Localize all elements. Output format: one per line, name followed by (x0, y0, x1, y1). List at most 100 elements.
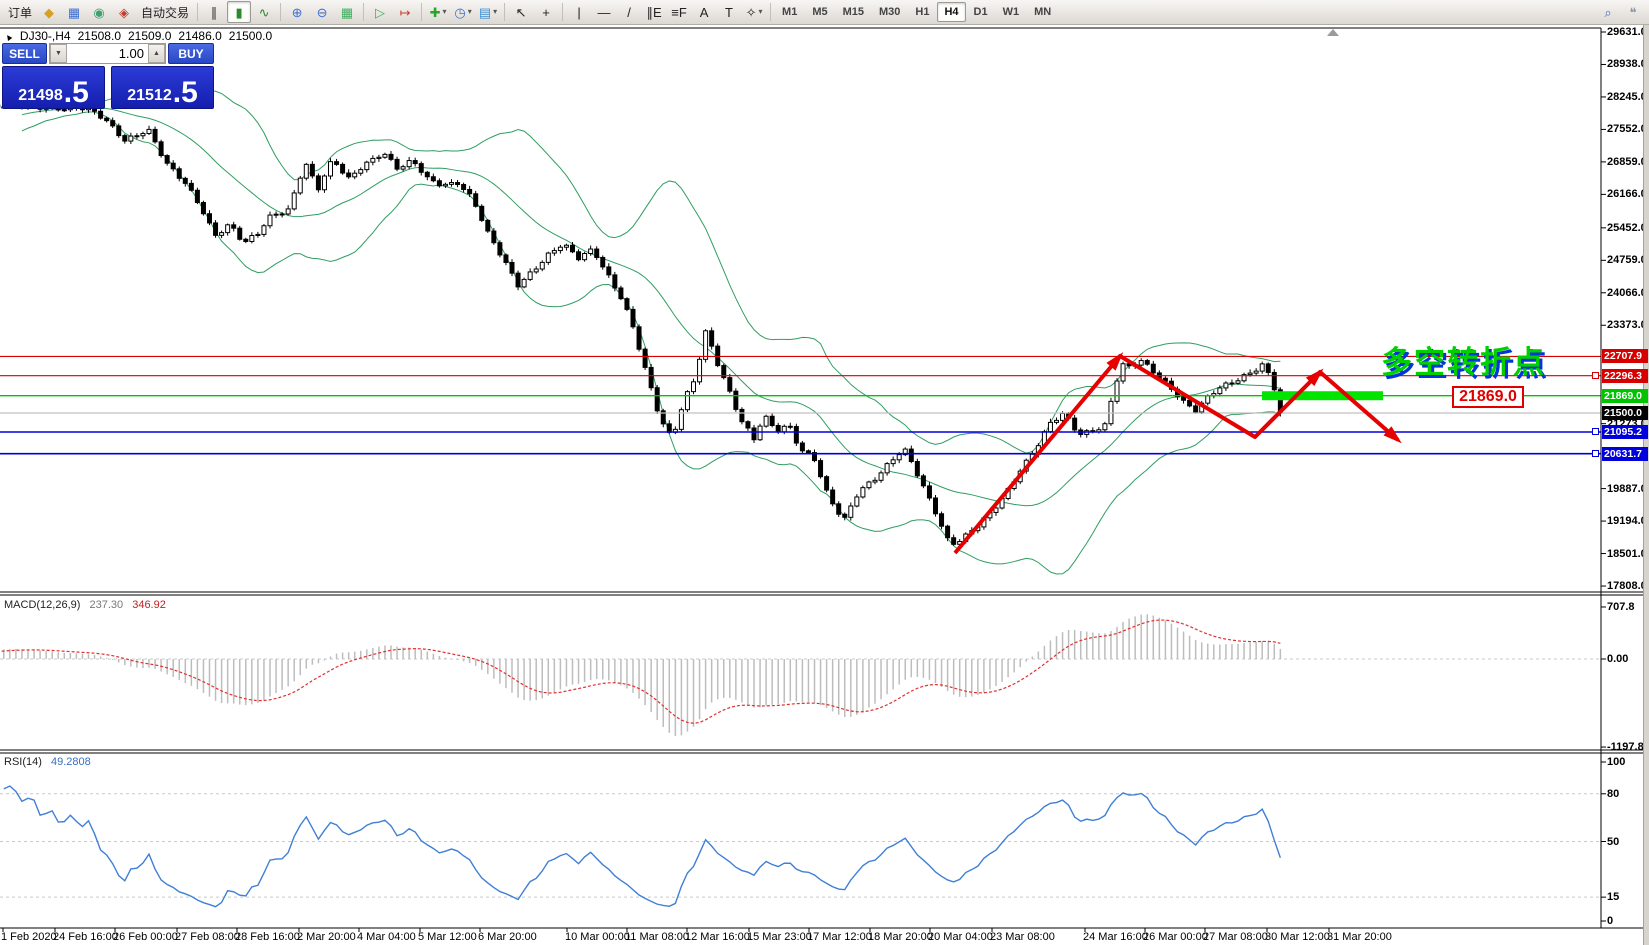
candlestick-chart-icon[interactable]: ▮ (227, 1, 251, 23)
price-badge: 21869.0 (1602, 389, 1648, 403)
toolbar: 订单◆▦◉◈自动交易∥▮∿⊕⊖▦▷↦✚▾◷▾▤▾↖+|—/∥E≡FAT✧▾M1M… (0, 0, 1649, 25)
line-anchor-square[interactable] (1592, 372, 1599, 379)
price-badge: 20631.7 (1602, 447, 1648, 461)
market-watch-icon[interactable]: ▦ (62, 1, 86, 23)
timeframe-h4-button[interactable]: H4 (937, 2, 965, 22)
time-tick-label: 27 Feb 08:00 (175, 931, 240, 943)
buy-button[interactable]: BUY (168, 43, 214, 64)
macd-signal-value: 346.92 (132, 599, 166, 611)
toolbar-separator (363, 3, 364, 21)
time-tick-label: 28 Feb 16:00 (235, 931, 300, 943)
price-tick-label: 19887.0 (1607, 483, 1647, 495)
time-tick-label: 18 Mar 20:00 (868, 931, 933, 943)
cursor-icon[interactable]: ↖ (509, 1, 533, 23)
bar-chart-icon[interactable]: ∥ (202, 1, 226, 23)
macd-main-value: 237.30 (89, 599, 123, 611)
timeframe-h1-button[interactable]: H1 (908, 2, 936, 22)
timeframe-d1-button[interactable]: D1 (967, 2, 995, 22)
toolbar-separator (280, 3, 281, 21)
autotrading-label[interactable]: 自动交易 (141, 4, 189, 21)
timeframe-m15-button[interactable]: M15 (836, 2, 871, 22)
time-tick-label: 11 Mar 08:00 (625, 931, 689, 943)
timeframe-m1-button[interactable]: M1 (775, 2, 804, 22)
panel-borders (0, 28, 1643, 932)
equidistant-channel-icon[interactable]: ∥E (642, 1, 666, 23)
templates-icon[interactable]: ▤▾ (476, 1, 500, 23)
symbol-name: DJ30-,H4 (20, 29, 71, 43)
price-tick-label: 24066.0 (1607, 287, 1647, 299)
volume-input[interactable]: 1.00 (67, 44, 148, 63)
one-click-trade-panel: SELL ▼ 1.00 ▲ BUY 21498 .5 21512 .5 (2, 43, 214, 109)
ohlc-close: 21500.0 (229, 29, 272, 43)
time-tick-label: 30 Mar 12:00 (1265, 931, 1330, 943)
time-tick-label: 6 Mar 20:00 (478, 931, 537, 943)
rsi-tick-label: 0 (1607, 915, 1613, 927)
line-anchor-square[interactable] (1592, 428, 1599, 435)
fibonacci-icon[interactable]: ≡F (667, 1, 691, 23)
autotrading-icon[interactable]: ◈ (112, 1, 136, 23)
periods-icon[interactable]: ◷▾ (451, 1, 475, 23)
chart-shift-icon[interactable]: ↦ (393, 1, 417, 23)
dropdown-caret-icon[interactable]: ▾ (758, 8, 762, 16)
toolbar-separator (197, 3, 198, 21)
dropdown-caret-icon[interactable]: ▾ (442, 8, 446, 16)
indicators-icon[interactable]: ✚▾ (426, 1, 450, 23)
text-icon[interactable]: A (692, 1, 716, 23)
time-tick-label: 2 Mar 20:00 (297, 931, 356, 943)
timeframe-m5-button[interactable]: M5 (805, 2, 834, 22)
vertical-line-icon[interactable]: | (567, 1, 591, 23)
price-tick-label: 27552.0 (1607, 123, 1647, 135)
tile-windows-icon[interactable]: ▦ (335, 1, 359, 23)
volume-stepper: ▼ 1.00 ▲ (49, 43, 166, 64)
time-tick-label: 26 Feb 00:00 (113, 931, 178, 943)
search-icon[interactable]: ⌕ (1596, 1, 1620, 23)
toolbar-separator (421, 3, 422, 21)
orders-label: 订单 (8, 4, 32, 21)
line-chart-icon[interactable]: ∿ (252, 1, 276, 23)
symbol-info: ▲ DJ30-,H4 21508.0 21509.0 21486.0 21500.0 (4, 29, 279, 43)
line-anchor-square[interactable] (1592, 450, 1599, 457)
sell-button[interactable]: SELL (2, 43, 47, 64)
cursor-marker-icon: ▲ (2, 30, 15, 43)
zoom-in-icon[interactable]: ⊕ (285, 1, 309, 23)
text-label-icon[interactable]: T (717, 1, 741, 23)
ohlc-low: 21486.0 (178, 29, 221, 43)
ohlc-high: 21509.0 (128, 29, 171, 43)
time-tick-label: 26 Mar 00:00 (1143, 931, 1208, 943)
time-tick-label: 17 Mar 12:00 (807, 931, 872, 943)
chart-shift-marker-icon[interactable] (1327, 29, 1339, 36)
price-tick-label: 26859.0 (1607, 156, 1647, 168)
dropdown-caret-icon[interactable]: ▾ (493, 8, 497, 16)
rsi-value: 49.2808 (51, 756, 91, 768)
macd-tick-label: 0.00 (1607, 653, 1628, 665)
time-tick-label: 10 Mar 00:00 (565, 931, 630, 943)
rsi-tick-label: 15 (1607, 891, 1619, 903)
auto-scroll-icon[interactable]: ▷ (368, 1, 392, 23)
chat-icon[interactable]: ❝ (1621, 1, 1645, 23)
price-tick-label: 17808.0 (1607, 580, 1647, 592)
ohlc-open: 21508.0 (78, 29, 121, 43)
buy-price[interactable]: 21512 .5 (111, 66, 214, 109)
time-tick-label: 4 Mar 04:00 (357, 931, 416, 943)
price-tick-label: 23373.0 (1607, 319, 1647, 331)
turning-point-annotation: 多空转折点 (1381, 337, 1546, 382)
horizontal-line-icon[interactable]: — (592, 1, 616, 23)
macd-panel (0, 614, 1601, 736)
volume-increase-button[interactable]: ▲ (148, 44, 165, 63)
price-tick-label: 26166.0 (1607, 188, 1647, 200)
timeframe-mn-button[interactable]: MN (1027, 2, 1058, 22)
new-order-icon[interactable]: ◆ (37, 1, 61, 23)
signals-icon[interactable]: ◉ (87, 1, 111, 23)
volume-decrease-button[interactable]: ▼ (50, 44, 67, 63)
timeframe-w1-button[interactable]: W1 (996, 2, 1027, 22)
trendline-icon[interactable]: / (617, 1, 641, 23)
dropdown-caret-icon[interactable]: ▾ (468, 8, 472, 16)
price-tick-label: 19194.0 (1607, 515, 1647, 527)
zoom-out-icon[interactable]: ⊖ (310, 1, 334, 23)
sell-price[interactable]: 21498 .5 (2, 66, 105, 109)
timeframe-m30-button[interactable]: M30 (872, 2, 907, 22)
toolbar-separator (770, 3, 771, 21)
chart-canvas[interactable] (0, 0, 1649, 945)
arrows-icon[interactable]: ✧▾ (742, 1, 766, 23)
crosshair-icon[interactable]: + (534, 1, 558, 23)
